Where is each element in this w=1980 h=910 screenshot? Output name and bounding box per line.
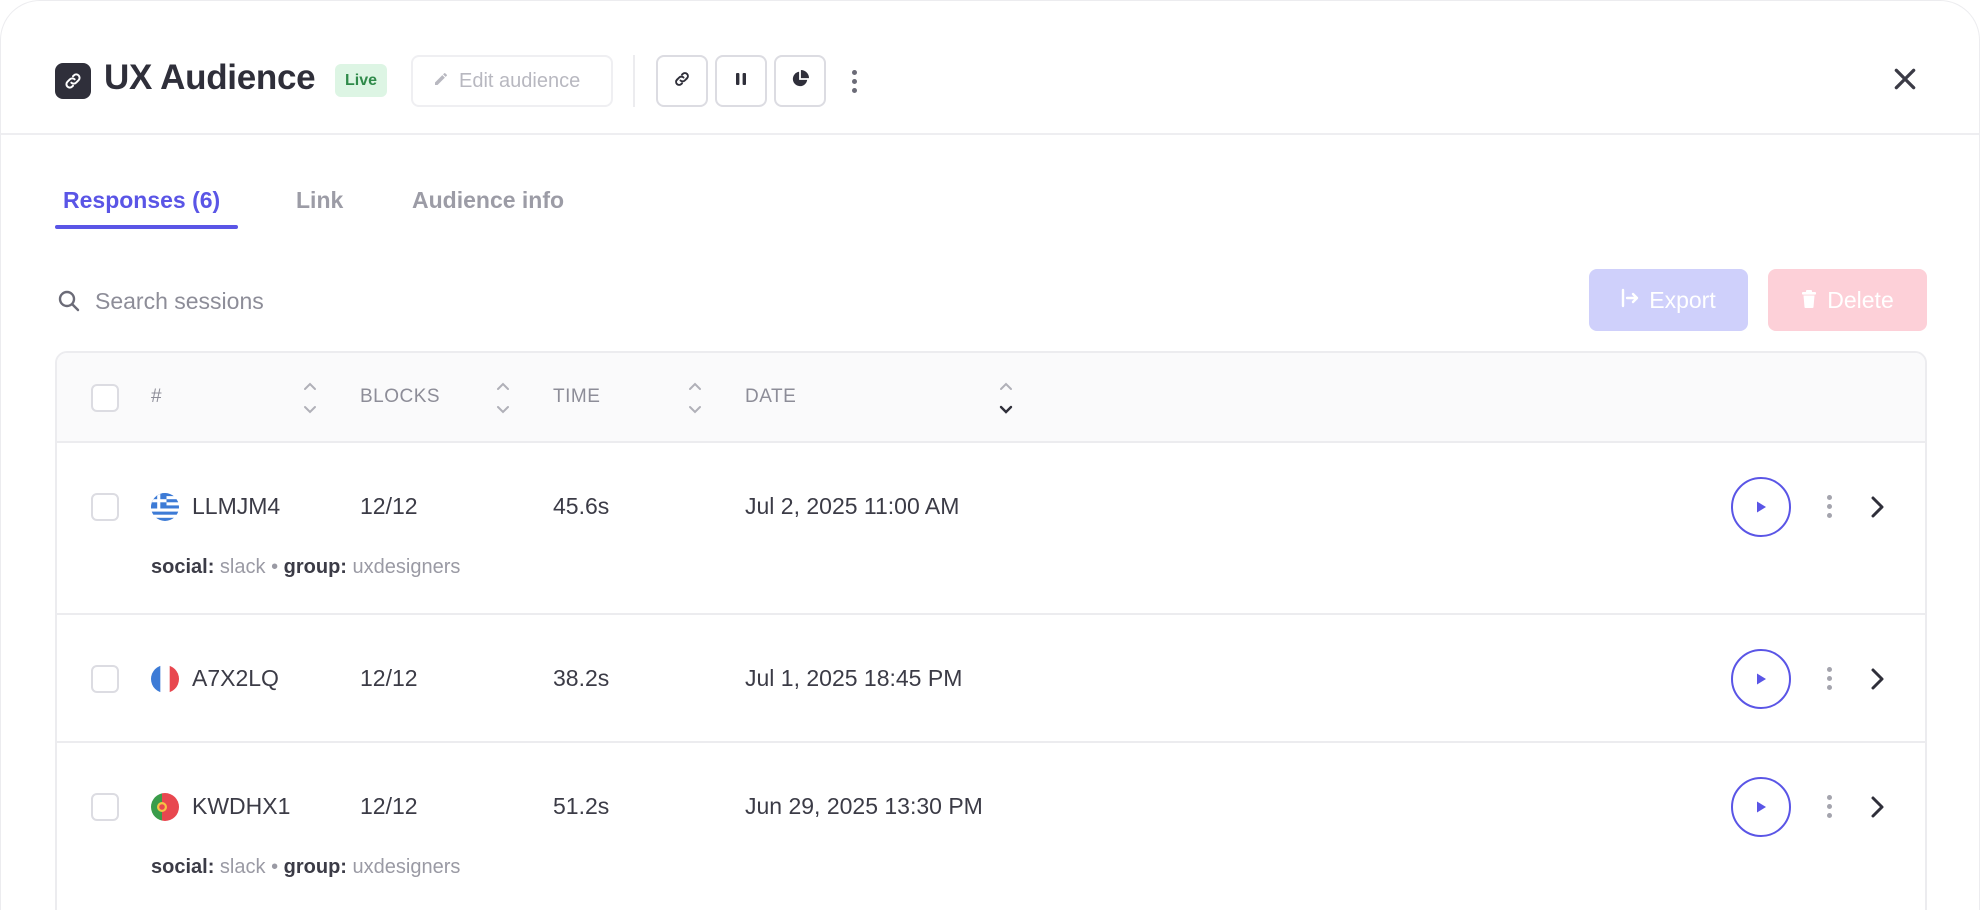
- play-icon: [1757, 673, 1766, 685]
- search-icon: [57, 289, 81, 313]
- meta-separator: •: [271, 556, 279, 578]
- tab-link[interactable]: Link: [296, 187, 343, 214]
- row-checkbox[interactable]: [91, 665, 119, 693]
- table-row[interactable]: KWDHX1 12/12 51.2s Jun 29, 2025 13:30 PM…: [57, 743, 1925, 910]
- session-time: 45.6s: [553, 493, 610, 519]
- copy-link-button[interactable]: [656, 55, 708, 107]
- row-checkbox[interactable]: [91, 493, 119, 521]
- meta-group-value: uxdesigners: [352, 856, 461, 878]
- session-meta: social: slack • group: uxdesigners: [151, 556, 460, 579]
- sort-icon[interactable]: [687, 381, 703, 415]
- play-button[interactable]: [1731, 649, 1791, 709]
- play-button[interactable]: [1731, 477, 1791, 537]
- close-icon: [1892, 66, 1918, 97]
- row-more-icon[interactable]: [1827, 495, 1832, 518]
- pause-button[interactable]: [715, 55, 767, 107]
- chevron-right-icon[interactable]: [1867, 667, 1887, 691]
- meta-group-key: group:: [283, 556, 347, 578]
- session-blocks: 12/12: [360, 493, 418, 519]
- modal-header: UX Audience Live Edit audience: [1, 1, 1979, 135]
- row-more-icon[interactable]: [1827, 795, 1832, 818]
- sort-icon[interactable]: [302, 381, 318, 415]
- chevron-right-icon[interactable]: [1867, 795, 1887, 819]
- column-header-blocks[interactable]: BLOCKS: [360, 386, 440, 408]
- pause-icon: [734, 72, 748, 91]
- edit-audience-label: Edit audience: [459, 69, 581, 92]
- row-more-icon[interactable]: [1827, 667, 1832, 690]
- session-id: LLMJM4: [192, 493, 281, 519]
- active-tab-indicator: [55, 225, 238, 229]
- delete-label: Delete: [1827, 286, 1894, 313]
- play-icon: [1757, 801, 1766, 813]
- meta-social-key: social:: [151, 556, 215, 578]
- meta-social-value: slack: [219, 556, 266, 578]
- export-icon: [1621, 287, 1639, 314]
- play-icon: [1757, 501, 1766, 513]
- flag-greece-icon: [151, 493, 179, 521]
- delete-button[interactable]: Delete: [1768, 269, 1927, 331]
- session-date: Jul 1, 2025 18:45 PM: [745, 665, 963, 691]
- tab-audience-info[interactable]: Audience info: [412, 187, 564, 214]
- search-input[interactable]: [95, 281, 695, 321]
- session-id: KWDHX1: [192, 793, 291, 819]
- session-date: Jun 29, 2025 13:30 PM: [745, 793, 983, 819]
- export-button[interactable]: Export: [1589, 269, 1748, 331]
- row-checkbox[interactable]: [91, 793, 119, 821]
- export-label: Export: [1649, 286, 1716, 313]
- table-row[interactable]: LLMJM4 12/12 45.6s Jul 2, 2025 11:00 AM …: [57, 443, 1925, 615]
- column-header-date[interactable]: DATE: [745, 386, 796, 408]
- column-header-id[interactable]: #: [151, 386, 162, 408]
- column-header-time[interactable]: TIME: [553, 386, 600, 408]
- select-all-checkbox[interactable]: [91, 384, 119, 412]
- analytics-button[interactable]: [774, 55, 826, 107]
- meta-group-value: uxdesigners: [352, 556, 461, 578]
- close-button[interactable]: [1887, 63, 1923, 99]
- link-icon: [673, 70, 691, 93]
- flag-france-icon: [151, 665, 179, 693]
- page-title: UX Audience: [104, 58, 316, 97]
- edit-audience-button[interactable]: Edit audience: [411, 55, 613, 107]
- session-blocks: 12/12: [360, 793, 418, 819]
- meta-social-value: slack: [219, 856, 266, 878]
- meta-social-key: social:: [151, 856, 215, 878]
- more-vertical-icon[interactable]: [852, 70, 857, 93]
- sort-desc-icon[interactable]: [998, 381, 1014, 415]
- link-icon: [55, 63, 91, 99]
- toolbar-divider: [633, 55, 635, 107]
- flag-portugal-icon: [151, 793, 179, 821]
- meta-group-key: group:: [283, 856, 347, 878]
- pie-chart-icon: [791, 69, 809, 93]
- play-button[interactable]: [1731, 777, 1791, 837]
- session-blocks: 12/12: [360, 665, 418, 691]
- meta-separator: •: [271, 856, 279, 878]
- session-meta: social: slack • group: uxdesigners: [151, 856, 460, 879]
- tab-responses[interactable]: Responses (6): [63, 187, 220, 214]
- trash-icon: [1801, 287, 1817, 314]
- chevron-right-icon[interactable]: [1867, 495, 1887, 519]
- sessions-table: # BLOCKS TIME DATE LLMJM4 12/12 45.6s Ju…: [55, 351, 1927, 910]
- session-id: A7X2LQ: [192, 665, 279, 691]
- pencil-icon: [433, 70, 449, 93]
- audience-modal: UX Audience Live Edit audience Responses…: [0, 0, 1980, 910]
- session-time: 51.2s: [553, 793, 610, 819]
- status-badge: Live: [335, 64, 388, 97]
- sort-icon[interactable]: [495, 381, 511, 415]
- table-row[interactable]: A7X2LQ 12/12 38.2s Jul 1, 2025 18:45 PM: [57, 615, 1925, 743]
- session-date: Jul 2, 2025 11:00 AM: [745, 493, 960, 519]
- table-header: # BLOCKS TIME DATE: [57, 353, 1925, 443]
- session-time: 38.2s: [553, 665, 610, 691]
